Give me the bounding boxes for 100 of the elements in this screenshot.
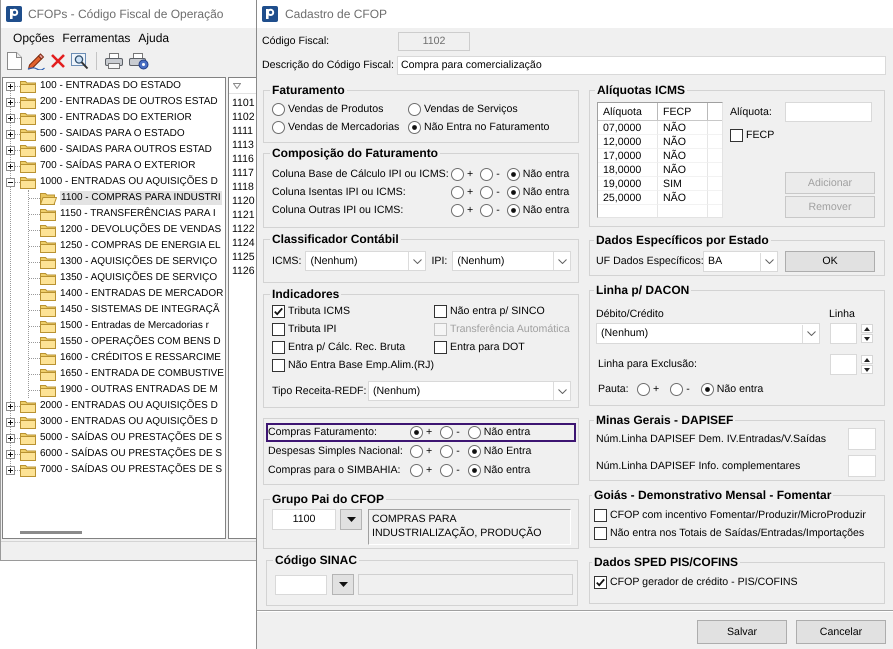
checkbox-option[interactable]: CFOP gerador de crédito - PIS/COFINS — [594, 573, 798, 591]
dropdown-field[interactable]: (Nenhum) — [452, 251, 572, 271]
tree-item[interactable]: 5000 - SAÍDAS OU PRESTAÇÕES DE S — [39, 431, 224, 445]
input-field[interactable] — [785, 102, 872, 122]
radio-icon[interactable] — [272, 102, 285, 116]
plus-box-icon[interactable] — [6, 402, 15, 410]
plus-box-icon[interactable] — [6, 146, 15, 154]
list-item[interactable]: 1116 — [229, 152, 257, 166]
radio-icon[interactable] — [670, 382, 684, 396]
tree-item[interactable]: 200 - ENTRADAS DE OUTROS ESTAD — [39, 95, 219, 109]
checkbox-option[interactable]: CFOP com incentivo Fomentar/Produzir/MicroProduzir — [594, 506, 866, 524]
radio-option[interactable]: - — [670, 380, 690, 398]
checkbox-icon[interactable] — [272, 358, 285, 372]
tree-item[interactable]: 1250 - COMPRAS DE ENERGIA EL — [59, 239, 222, 253]
radio-option[interactable]: - — [440, 462, 460, 480]
tree-item[interactable]: 1900 - OUTRAS ENTRADAS DE M — [59, 383, 219, 397]
checkbox-icon[interactable] — [594, 526, 607, 540]
tree-item[interactable]: 7000 - SAÍDAS OU PRESTAÇÕES DE S — [39, 463, 224, 477]
input-field[interactable]: 1100 — [272, 509, 336, 530]
tree-item[interactable]: 2000 - ENTRADAS OU AQUISIÇÕES D — [39, 399, 219, 413]
checkbox-option[interactable]: Tributa ICMS — [272, 302, 434, 320]
list-item[interactable]: 1102 — [229, 110, 257, 124]
plus-box-icon[interactable] — [6, 162, 15, 170]
list-item[interactable]: 1113 — [229, 138, 257, 152]
radio-option[interactable]: Não entra — [506, 183, 570, 201]
action-button[interactable]: Salvar — [697, 620, 787, 644]
tree-item[interactable]: 700 - SAÍDAS PARA O EXTERIOR — [39, 159, 196, 173]
radio-option[interactable]: - — [480, 201, 500, 219]
spin-down-button[interactable] — [861, 365, 873, 374]
printer-icon[interactable] — [104, 52, 124, 70]
tree-item[interactable]: 1400 - ENTRADAS DE MERCADOR — [59, 287, 224, 301]
radio-option[interactable]: Vendas de Produtos — [272, 100, 408, 118]
checkbox-option[interactable]: Tributa IPI — [272, 320, 434, 338]
plus-box-icon[interactable] — [6, 114, 15, 122]
tree-item[interactable]: 1650 - ENTRADA DE COMBUSTIVE — [59, 367, 225, 381]
input-field[interactable] — [275, 574, 327, 594]
document-icon[interactable] — [7, 52, 22, 70]
tree-item[interactable]: 1000 - ENTRADAS OU AQUISIÇÕES D — [39, 175, 219, 189]
radio-icon[interactable] — [272, 120, 285, 134]
radio-icon[interactable] — [637, 382, 650, 396]
radio-option[interactable]: Não entra — [468, 462, 530, 480]
checkbox-icon[interactable] — [434, 304, 447, 318]
radio-option[interactable]: + — [410, 424, 432, 442]
list-item[interactable]: 1118 — [229, 180, 257, 194]
column-header[interactable]: Alíquota — [598, 103, 658, 120]
radio-option[interactable]: Não entra — [468, 424, 530, 442]
spin-up-button[interactable] — [861, 355, 873, 364]
x-icon[interactable] — [50, 53, 66, 69]
plus-box-icon[interactable] — [6, 418, 15, 426]
menu-item[interactable]: Opções — [10, 30, 58, 46]
tree-item[interactable]: 1550 - OPERAÇÕES COM BENS D — [59, 335, 222, 349]
radio-icon[interactable] — [480, 186, 494, 198]
radio-icon[interactable] — [440, 426, 454, 439]
radio-option[interactable]: Não Entra — [468, 442, 532, 460]
radio-icon[interactable] — [506, 168, 520, 180]
radio-icon[interactable] — [451, 168, 464, 180]
radio-icon[interactable] — [468, 445, 481, 458]
dropdown-field[interactable]: (Nenhum) — [368, 381, 571, 401]
checkbox-option[interactable]: Não entra p/ SINCO — [434, 302, 574, 320]
action-button[interactable]: Cancelar — [796, 620, 886, 644]
radio-option[interactable]: + — [410, 462, 432, 480]
radio-icon[interactable] — [451, 204, 464, 216]
list-item[interactable]: 1125 — [229, 250, 257, 264]
radio-icon[interactable] — [410, 464, 423, 477]
checkbox-icon[interactable] — [272, 340, 285, 354]
list-item[interactable]: 1121 — [229, 208, 257, 222]
input-field[interactable] — [830, 354, 857, 375]
checkbox-icon[interactable] — [434, 340, 447, 354]
radio-icon[interactable] — [440, 445, 454, 458]
menu-item[interactable]: Ferramentas — [59, 30, 134, 46]
radio-option[interactable]: Não entra — [506, 165, 570, 183]
radio-icon[interactable] — [468, 426, 481, 439]
radio-icon[interactable] — [451, 186, 464, 198]
radio-option[interactable]: Não Entra no Faturamento — [408, 118, 574, 136]
radio-icon[interactable] — [480, 168, 494, 180]
checkbox-icon[interactable] — [594, 576, 607, 588]
checkbox-icon[interactable] — [594, 508, 607, 522]
checkbox-icon[interactable] — [730, 128, 743, 142]
input-field[interactable]: Compra para comercialização — [397, 56, 886, 75]
list-item[interactable]: 1122 — [229, 222, 257, 236]
checkbox-option[interactable]: Entra para DOT — [434, 338, 574, 356]
radio-icon[interactable] — [480, 204, 494, 216]
list-item[interactable]: 1111 — [229, 124, 257, 138]
spin-up-button[interactable] — [861, 324, 873, 333]
tree-item[interactable]: 1200 - DEVOLUÇÕES DE VENDAS — [59, 223, 222, 237]
radio-option[interactable]: + — [451, 183, 474, 201]
radio-option[interactable]: + — [410, 442, 432, 460]
radio-option[interactable]: Vendas de Serviços — [408, 100, 574, 118]
radio-option[interactable]: - — [480, 183, 500, 201]
tree-item[interactable]: 1600 - CRÉDITOS E RESSARCIME — [59, 351, 222, 365]
checkbox-option[interactable]: Não Entra Base Emp.Alim.(RJ) — [272, 356, 434, 374]
checkbox-option[interactable]: Entra p/ Cálc. Rec. Bruta — [272, 338, 434, 356]
tree-item[interactable]: 500 - SAIDAS PARA O ESTADO — [39, 127, 186, 141]
dropdown-button[interactable] — [332, 574, 354, 595]
filter-icon[interactable] — [233, 82, 241, 88]
plus-box-icon[interactable] — [6, 434, 15, 442]
tree-item[interactable]: 3000 - ENTRADAS OU AQUISIÇÕES D — [39, 415, 219, 429]
input-field[interactable] — [848, 428, 876, 450]
checkbox-option[interactable]: FECP — [730, 128, 774, 142]
radio-icon[interactable] — [408, 102, 421, 116]
